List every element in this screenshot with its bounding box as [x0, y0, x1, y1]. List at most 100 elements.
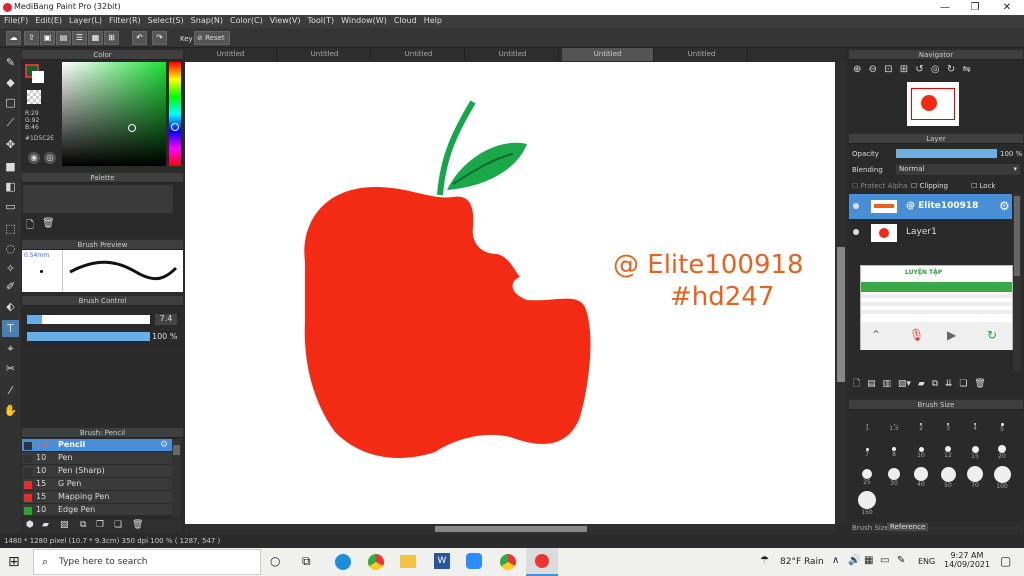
end-call-icon[interactable]: ↻	[987, 328, 997, 342]
eyedropper-tool-icon[interactable]: ⁄	[2, 382, 19, 399]
brush-size-option[interactable]: 15	[963, 441, 987, 463]
menu-edit[interactable]: Edit(E)	[31, 15, 62, 25]
brush-size-option[interactable]: 2	[909, 416, 933, 438]
brush-size-option[interactable]: 8	[882, 441, 906, 463]
clipping-checkbox[interactable]: ☐ Clipping	[911, 182, 948, 190]
text-tool-icon[interactable]: T	[2, 320, 19, 337]
add-brush-icon[interactable]: ⬢	[26, 520, 34, 530]
brush-tool-icon[interactable]: ✎	[2, 54, 19, 71]
brush-size-option[interactable]: 25	[855, 466, 879, 488]
saturation-value-picker[interactable]	[62, 62, 166, 166]
menu-filter[interactable]: Filter(R)	[105, 15, 141, 25]
file-explorer-icon[interactable]	[400, 555, 416, 568]
pen-icon[interactable]: ✎	[897, 555, 905, 566]
brush-item-mapping-pen[interactable]: 15 Mapping Pen	[22, 491, 172, 504]
brush-item-g-pen[interactable]: 15 G Pen	[22, 478, 172, 491]
windows-start-icon[interactable]: ⊞	[8, 554, 20, 570]
brush-item-edge-pen[interactable]: 10 Edge Pen	[22, 504, 172, 516]
brush-size-option[interactable]: 150	[855, 491, 879, 516]
chrome-icon[interactable]	[368, 554, 384, 570]
network-icon[interactable]: ▦	[864, 555, 873, 566]
brush-list-scrollbar[interactable]	[172, 439, 181, 517]
brush-item-pen-sharp[interactable]: 10 Pen (Sharp)	[22, 465, 172, 478]
brush-size-option[interactable]: 1.5	[882, 416, 906, 438]
tab-untitled-5[interactable]: Untitled	[562, 48, 654, 61]
props-icon[interactable]: ❏	[114, 520, 122, 530]
trash-icon[interactable]: 🗑	[42, 218, 55, 229]
task-view-icon[interactable]: ⧉	[302, 554, 311, 569]
hue-cursor[interactable]	[171, 123, 179, 131]
zoom-icon[interactable]	[466, 553, 482, 569]
tab-reference[interactable]: Reference	[887, 523, 929, 531]
move-tool-icon[interactable]: ✥	[2, 136, 19, 153]
list-icon[interactable]: ☰	[72, 31, 87, 45]
maximize-button[interactable]: ❐	[960, 0, 990, 15]
lock-checkbox[interactable]: ☐ Lock	[971, 182, 995, 190]
upload-icon[interactable]: ⇪	[24, 31, 39, 45]
blending-select[interactable]: Normal ▾	[896, 164, 1020, 175]
menu-help[interactable]: Help	[420, 15, 442, 25]
notification-icon[interactable]: ▢	[1000, 554, 1011, 568]
hand-tool-icon[interactable]: ✋	[2, 402, 19, 419]
menu-cloud[interactable]: Cloud	[390, 15, 417, 25]
zoom-out-icon[interactable]: ⊖	[869, 64, 877, 75]
video-camera-icon[interactable]: ▶	[947, 328, 956, 342]
canvas-horizontal-scrollbar[interactable]	[185, 524, 835, 534]
brush-size-slider[interactable]	[27, 315, 150, 324]
layer-opacity-slider[interactable]	[896, 149, 997, 158]
brush-menu-icon[interactable]: ▧	[60, 520, 69, 530]
operation-tool-icon[interactable]: ⌖	[2, 340, 19, 357]
color-picker-cursor[interactable]	[128, 124, 136, 132]
brush-size-option[interactable]: 50	[936, 466, 960, 489]
select-tool-icon[interactable]: ⬚	[2, 220, 19, 237]
navigator-thumbnail[interactable]	[907, 82, 959, 126]
copy-icon[interactable]: ❐	[96, 520, 104, 530]
volume-icon[interactable]: 🔊	[848, 555, 860, 566]
layer-row-layer1[interactable]: Layer1	[849, 220, 1012, 245]
color-wheel-icon[interactable]: ◉	[28, 152, 40, 164]
merge-layer-icon[interactable]: ⇊	[945, 379, 953, 389]
gear-icon[interactable]: ⚙	[160, 440, 168, 450]
layer-props-icon[interactable]: ❏	[959, 379, 967, 389]
flip-icon[interactable]: ⇋	[962, 64, 970, 75]
brush-size-option[interactable]: 100	[990, 466, 1014, 490]
palette-area[interactable]	[23, 185, 173, 213]
close-button[interactable]: ✕	[992, 0, 1022, 15]
select-pen-tool-icon[interactable]: ✐	[2, 278, 19, 295]
layer-scrollbar[interactable]	[1013, 194, 1021, 370]
rotate-left-icon[interactable]: ↺	[915, 64, 923, 75]
layer-folder-icon[interactable]: ▰	[918, 379, 925, 389]
search-box[interactable]: ⌕ Type here to search	[33, 549, 261, 575]
brush-item-pencil[interactable]: 7.4 Pencil ⚙	[22, 439, 172, 452]
menu-select[interactable]: Select(S)	[144, 15, 184, 25]
new-8bit-layer-icon[interactable]: ▥	[883, 379, 892, 389]
transform-icon[interactable]: ⊞	[104, 31, 119, 45]
gradient-tool-icon[interactable]: ▭	[2, 198, 19, 215]
brush-opacity-slider[interactable]	[27, 332, 150, 341]
mute-mic-icon[interactable]: 🎙	[909, 328, 924, 342]
duplicate-icon[interactable]: ⧉	[80, 520, 86, 530]
zoom-actual-icon[interactable]: ⊞	[900, 64, 908, 75]
magic-wand-tool-icon[interactable]: ✧	[2, 260, 19, 277]
grid-icon[interactable]: ▦	[88, 31, 103, 45]
chevron-up-icon[interactable]: ∧	[832, 555, 839, 566]
menu-view[interactable]: View(V)	[266, 15, 301, 25]
new-layer-icon[interactable]: 🗋	[853, 379, 860, 389]
brush-size-option[interactable]: 7	[855, 441, 879, 463]
menu-layer[interactable]: Layer(L)	[65, 15, 102, 25]
new-palette-icon[interactable]: 🗋	[26, 218, 34, 235]
edge-icon[interactable]	[335, 554, 351, 570]
delete-brush-icon[interactable]: 🗑	[132, 520, 143, 530]
menu-file[interactable]: File(F)	[0, 15, 28, 25]
brush-size-option[interactable]: 30	[882, 466, 906, 488]
hue-slider[interactable]	[169, 62, 181, 166]
visibility-icon[interactable]	[853, 229, 859, 235]
zoom-fit-icon[interactable]: ⊡	[884, 64, 892, 75]
color-mode-icon[interactable]: ◎	[44, 152, 56, 164]
rotate-right-icon[interactable]: ↻	[947, 64, 955, 75]
undo-icon[interactable]: ↶	[132, 31, 147, 45]
medibang-taskbar-button[interactable]	[526, 548, 558, 576]
duplicate-layer-icon[interactable]: ⧉	[932, 379, 938, 389]
layer-menu-icon[interactable]: ▧▾	[898, 379, 911, 389]
brush-size-option[interactable]: 70	[963, 466, 987, 489]
